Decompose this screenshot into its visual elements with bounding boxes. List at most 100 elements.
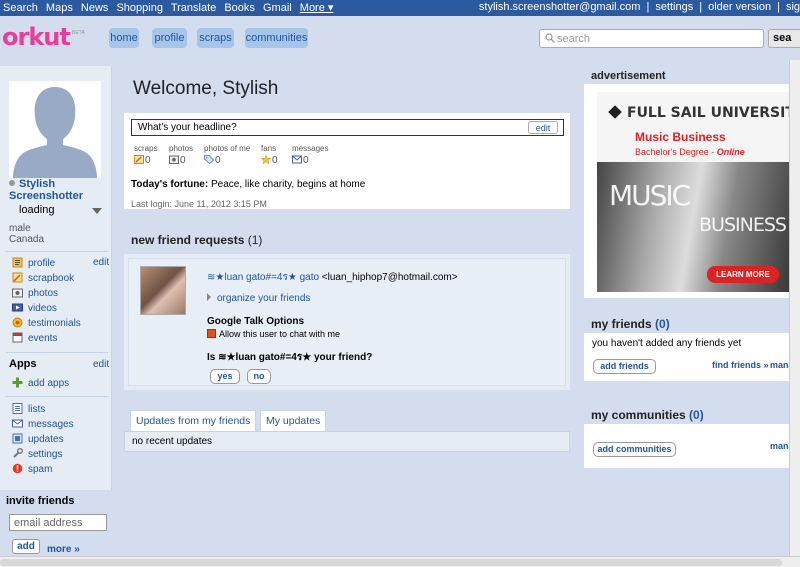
- add-friends-button[interactable]: add friends: [593, 359, 656, 374]
- stat-scraps[interactable]: scraps 0: [134, 144, 158, 166]
- sidebar-item-label: lists: [28, 404, 46, 415]
- allow-chat-checkbox[interactable]: Allow this user to chat with me: [207, 329, 340, 339]
- sidebar-item-photos[interactable]: photos: [12, 287, 58, 301]
- decline-friend-button[interactable]: no: [247, 369, 271, 384]
- gbar-link-books[interactable]: Books: [224, 2, 255, 14]
- fortune-text: Peace, like charity, begins at home: [208, 179, 366, 190]
- testimonials-icon: [12, 317, 23, 328]
- requester-name[interactable]: ≋★luan gato#=4ร★ gato: [207, 272, 319, 283]
- headline-field[interactable]: What's your headline? edit: [131, 119, 564, 136]
- sidebar-item-messages[interactable]: messages: [12, 418, 74, 432]
- organize-friends-link[interactable]: organize your friends: [207, 293, 310, 304]
- google-bar-links: Search Maps News Shopping Translate Book…: [3, 1, 338, 14]
- horizontal-scroll-thumb[interactable]: [0, 559, 782, 566]
- invite-email-placeholder: email address: [14, 517, 83, 529]
- updates-icon: [12, 433, 23, 444]
- scrapbook-icon: [12, 272, 23, 283]
- header: orkut BETA home profile scraps communiti…: [0, 16, 800, 60]
- orkut-logo[interactable]: orkut: [2, 23, 71, 51]
- sidebar-item-videos[interactable]: videos: [12, 302, 57, 316]
- profile-edit-link[interactable]: edit: [93, 257, 109, 268]
- ad-program: Music Business: [635, 130, 726, 144]
- sidebar-item-testimonials[interactable]: testimonials: [12, 317, 81, 331]
- gbar-link-news[interactable]: News: [81, 2, 109, 14]
- profile-name-text[interactable]: Stylish Screenshotter: [9, 178, 83, 202]
- nav-profile[interactable]: profile: [152, 28, 187, 48]
- envelope-icon: [292, 155, 302, 164]
- friend-requests-title-text: new friend requests: [131, 233, 245, 247]
- videos-icon: [12, 303, 23, 312]
- advertisement-banner[interactable]: FULL SAIL UNIVERSITY. Music Business Bac…: [597, 92, 794, 292]
- stat-messages[interactable]: messages 0: [292, 144, 328, 166]
- fortune-label: Today's fortune:: [131, 179, 209, 190]
- horizontal-scrollbar[interactable]: [0, 556, 800, 567]
- country: Canada: [9, 234, 45, 245]
- sidebar-item-label: videos: [28, 303, 57, 314]
- ad-business-text: BUSINESS: [699, 214, 787, 236]
- profile-name[interactable]: Stylish Screenshotter: [9, 178, 109, 202]
- stat-photos[interactable]: photos 0: [169, 144, 194, 166]
- add-communities-button[interactable]: add communities: [593, 442, 676, 457]
- search-input[interactable]: search: [539, 29, 764, 48]
- stat-count: 0: [180, 155, 186, 166]
- stat-fans[interactable]: fans 0: [261, 144, 278, 166]
- status-dropdown-icon[interactable]: [92, 208, 102, 214]
- sidebar-item-label: updates: [28, 434, 64, 445]
- sidebar-item-label: settings: [28, 449, 63, 460]
- invite-email-input[interactable]: email address: [9, 514, 107, 531]
- stat-photos-of-me[interactable]: photos of me 0: [204, 144, 250, 166]
- invite-add-button[interactable]: add: [12, 539, 40, 554]
- nav-home[interactable]: home: [109, 28, 139, 48]
- vertical-scrollbar[interactable]: [789, 60, 800, 556]
- apps-edit-link[interactable]: edit: [93, 359, 109, 370]
- ad-degree: Bachelor's Degree - Online: [635, 147, 745, 157]
- friend-requests-count: (1): [247, 233, 263, 247]
- gbar-link-search[interactable]: Search: [3, 2, 38, 14]
- add-apps-link[interactable]: add apps: [12, 377, 69, 391]
- my-friends-title: my friends (0): [591, 317, 670, 331]
- gbar-more-menu[interactable]: More ▾: [300, 2, 334, 14]
- account-email[interactable]: stylish.screenshotter@gmail.com: [479, 1, 641, 13]
- headline-edit-button[interactable]: edit: [528, 121, 558, 134]
- my-friends-box: you haven't added any friends yet add fr…: [584, 333, 800, 381]
- todays-fortune: Today's fortune: Peace, like charity, be…: [131, 179, 365, 190]
- search-button[interactable]: sea: [768, 29, 800, 48]
- checkbox-checked-icon[interactable]: [207, 329, 216, 338]
- ad-brand: FULL SAIL UNIVERSITY.: [608, 105, 794, 121]
- nav-communities[interactable]: communities: [245, 28, 308, 48]
- my-friends-count: (0): [655, 317, 670, 331]
- account-settings-link[interactable]: settings: [655, 1, 693, 13]
- sidebar-item-label: scrapbook: [28, 273, 75, 284]
- find-friends-link[interactable]: find friends »: [712, 360, 769, 370]
- sidebar-item-spam[interactable]: spam: [12, 463, 52, 477]
- advertisement-title: advertisement: [591, 70, 666, 82]
- sidebar-item-profile[interactable]: profile: [12, 257, 55, 271]
- nav-scraps[interactable]: scraps: [197, 28, 234, 48]
- tab-my-updates[interactable]: My updates: [260, 410, 327, 431]
- stat-label: photos: [169, 144, 194, 153]
- status-text: loading: [19, 204, 55, 216]
- older-version-link[interactable]: older version: [708, 1, 771, 13]
- apps-title: Apps: [9, 358, 37, 370]
- tab-updates-from-friends[interactable]: Updates from my friends: [130, 410, 257, 431]
- lists-icon: [12, 403, 23, 414]
- gbar-link-translate[interactable]: Translate: [171, 2, 216, 14]
- gbar-link-shopping[interactable]: Shopping: [116, 2, 163, 14]
- gender: male: [9, 223, 31, 234]
- requester-photo[interactable]: [140, 266, 186, 315]
- gbar-link-maps[interactable]: Maps: [46, 2, 73, 14]
- invite-more-link[interactable]: more »: [47, 544, 80, 555]
- sidebar-item-events[interactable]: events: [12, 332, 57, 346]
- sidebar-item-updates[interactable]: updates: [12, 433, 64, 447]
- signout-link[interactable]: sig: [786, 1, 800, 13]
- sidebar-item-scrapbook[interactable]: scrapbook: [12, 272, 74, 286]
- sidebar-item-settings[interactable]: settings: [12, 448, 62, 462]
- learn-more-button[interactable]: LEARN MORE: [707, 266, 779, 283]
- sidebar-item-lists[interactable]: lists: [12, 403, 45, 417]
- photo-icon: [169, 155, 179, 164]
- gbar-link-gmail[interactable]: Gmail: [263, 2, 292, 14]
- accept-friend-button[interactable]: yes: [210, 369, 240, 384]
- friend-question: Is ≋★luan gato#=4ร★ your friend?: [207, 352, 373, 363]
- avatar[interactable]: [9, 81, 101, 178]
- allow-chat-label: Allow this user to chat with me: [219, 329, 341, 339]
